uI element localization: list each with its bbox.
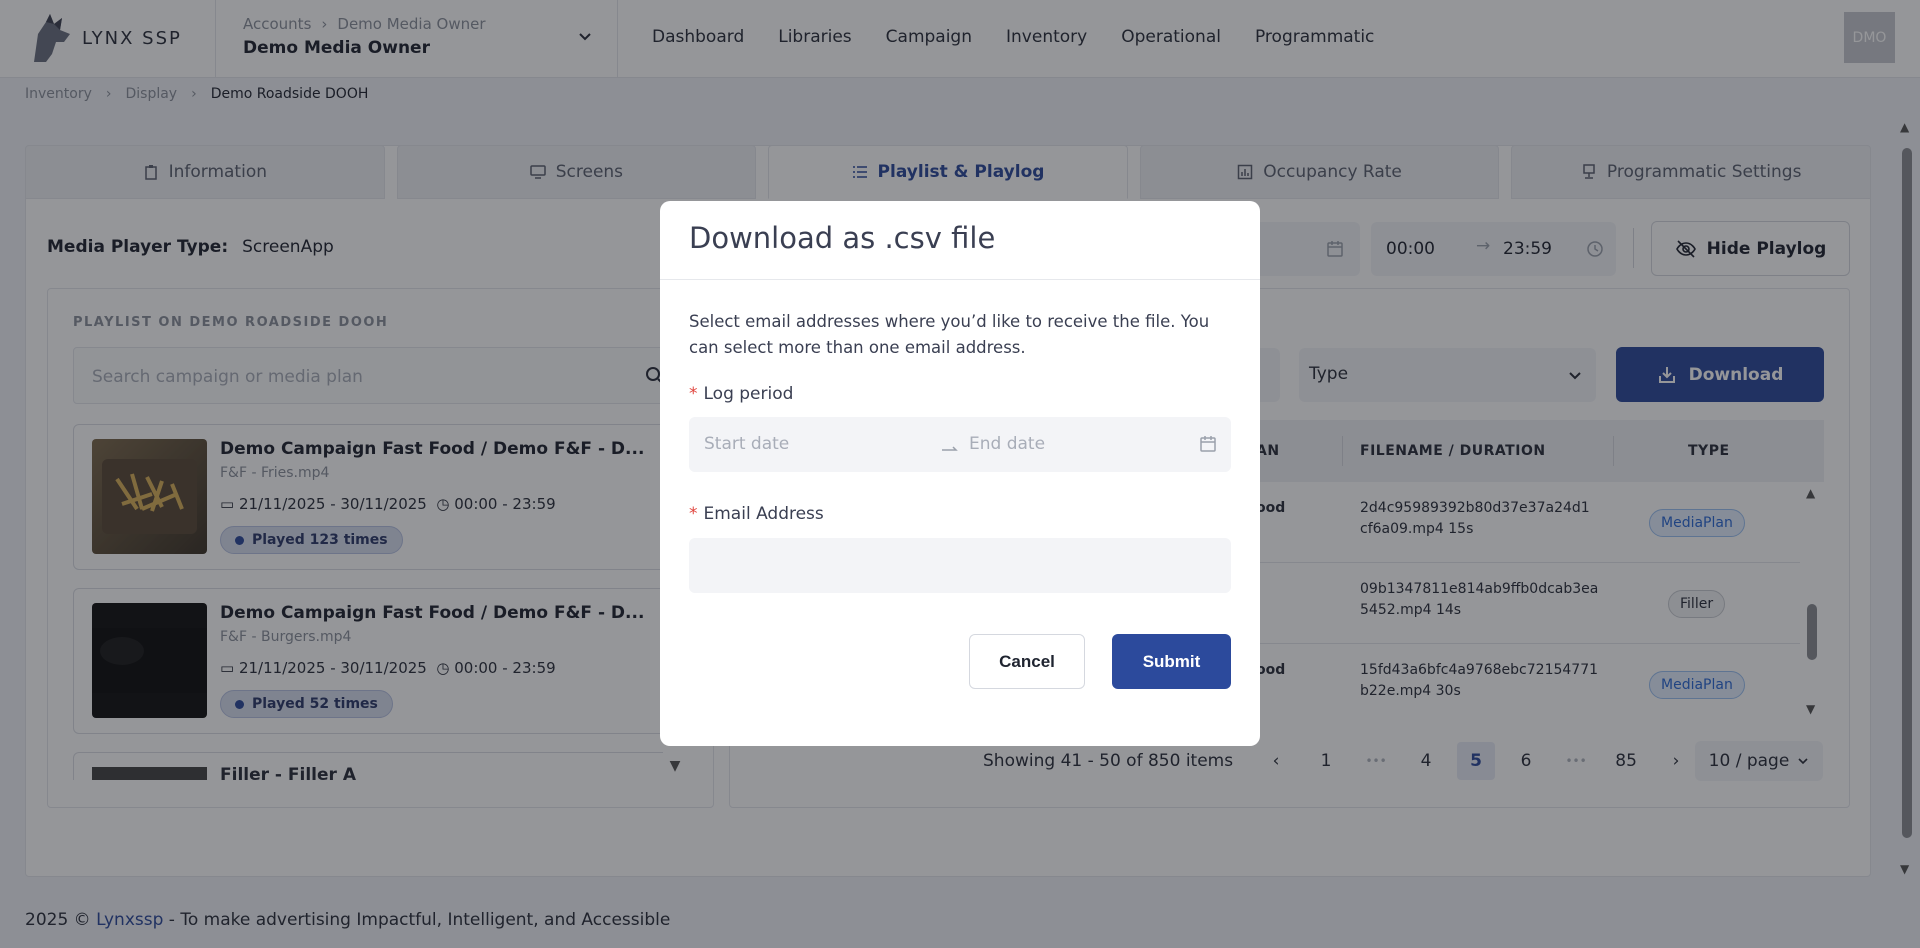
submit-button[interactable]: Submit [1112,634,1231,689]
required-mark: * [689,504,698,524]
email-address-input[interactable] [689,538,1231,593]
divider [660,279,1260,280]
email-address-label: * Email Address [689,504,824,524]
arrow-right-icon [942,446,958,451]
log-period-label-text: Log period [703,384,794,404]
end-date-input[interactable]: End date [969,434,1045,454]
modal-description: Select email addresses where you’d like … [689,312,1210,357]
start-date-input[interactable]: Start date [704,434,789,454]
modal-title: Download as .csv file [689,221,996,255]
cancel-button[interactable]: Cancel [969,634,1085,689]
required-mark: * [689,384,698,404]
email-address-label-text: Email Address [703,504,824,524]
log-period-range-picker[interactable]: Start date End date [689,417,1231,472]
download-csv-modal: Download as .csv file Select email addre… [660,201,1260,746]
calendar-icon [1200,436,1216,452]
log-period-label: * Log period [689,384,793,404]
